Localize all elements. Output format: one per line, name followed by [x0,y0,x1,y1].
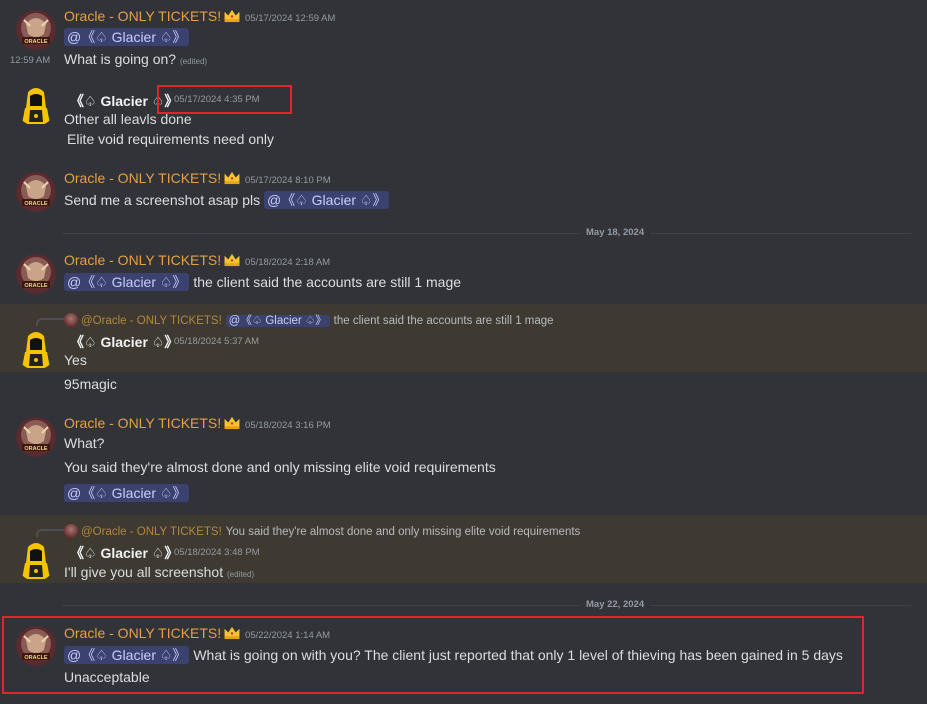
svg-text:ORACLE: ORACLE [24,283,48,289]
reply-mention[interactable]: @《♤ Glacier ♤》 [225,315,330,327]
message-text: Yes [64,352,87,368]
oracle-avatar[interactable]: ORACLE [16,417,56,457]
hooded-figure-icon [22,332,50,368]
glacier-avatar[interactable] [16,86,56,126]
crown-icon [224,9,240,23]
oracle-avatar[interactable]: ORACLE [16,626,56,666]
hooded-figure-icon [22,88,50,124]
crown-icon [224,626,240,640]
oracle-avatar-image: ORACLE [16,254,56,294]
message-text: What is going on with you? The client ju… [193,647,843,663]
user-mention[interactable]: @《♤ Glacier ♤》 [264,191,390,209]
reply-connector [36,529,66,537]
oracle-avatar[interactable]: ORACLE [16,10,56,50]
message-text: the client said the accounts are still 1… [193,274,462,290]
message-content: @《♤ Glacier ♤》 What is going on with you… [64,645,843,665]
message-text: Other all leavls done [64,111,192,127]
svg-text:ORACLE: ORACLE [24,201,48,207]
message-content: @《♤ Glacier ♤》 [64,483,190,503]
crown-icon [224,253,240,267]
reply-text: You said they're almost done and only mi… [225,526,581,538]
timestamp: 05/18/2024 2:18 AM [245,257,331,268]
message-text: What is going on? [64,51,177,67]
timestamp: 05/18/2024 5:37 AM [174,336,260,347]
reply-author[interactable]: @Oracle - ONLY TICKETS! [81,315,222,327]
svg-text:ORACLE: ORACLE [24,655,48,661]
user-mention[interactable]: @《♤ Glacier ♤》 [64,273,190,291]
message-content: @《♤ Glacier ♤》 the client said the accou… [64,272,461,292]
date-divider [62,605,911,606]
oracle-avatar-image: ORACLE [16,417,56,457]
author-name[interactable]: Oracle - ONLY TICKETS! [64,170,221,186]
author-name[interactable]: Oracle - ONLY TICKETS! [64,8,221,24]
message-text: I'll give you all screenshot [64,564,224,580]
message-header: Oracle - ONLY TICKETS! 05/17/2024 12:59 … [64,8,335,24]
message-header: 《♤ Glacier ♤》 [70,332,178,352]
message-text: Elite void requirements need only [67,131,275,147]
reply-avatar [64,313,78,327]
message-text: You said they're almost done and only mi… [64,459,496,475]
message-header: Oracle - ONLY TICKETS! 05/18/2024 3:16 P… [64,415,331,431]
reply-preview[interactable]: @Oracle - ONLY TICKETS! @《♤ Glacier ♤》 t… [64,311,554,328]
timestamp: 05/17/2024 12:59 AM [245,13,336,24]
message-text: Send me a screenshot asap pls [64,192,261,208]
message-text: Unacceptable [64,669,150,685]
message-content: @《♤ Glacier ♤》 [64,27,190,47]
message-content: I'll give you all screenshot (edited) [64,564,254,580]
oracle-avatar-image: ORACLE [16,172,56,212]
oracle-avatar-image: ORACLE [16,10,56,50]
message-text: 95magic [64,376,117,392]
date-divider-label: May 18, 2024 [580,227,651,238]
user-mention[interactable]: @《♤ Glacier ♤》 [64,646,190,664]
edited-label: (edited) [226,570,255,579]
oracle-avatar[interactable]: ORACLE [16,254,56,294]
timestamp: 05/22/2024 1:14 AM [245,630,331,641]
author-name[interactable]: Oracle - ONLY TICKETS! [64,415,221,431]
glacier-avatar[interactable] [16,330,56,370]
message-content: What is going on? (edited) [64,51,207,67]
user-mention[interactable]: @《♤ Glacier ♤》 [64,484,190,502]
message-header: 《♤ Glacier ♤》 [70,543,178,563]
edited-label: (edited) [179,57,208,66]
date-divider-label: May 22, 2024 [580,599,651,610]
crown-icon [224,171,240,185]
reply-avatar [64,524,78,538]
author-name[interactable]: 《♤ Glacier ♤》 [70,545,178,561]
svg-text:ORACLE: ORACLE [24,446,48,452]
oracle-avatar-image: ORACLE [16,626,56,666]
svg-text:ORACLE: ORACLE [24,39,48,45]
reply-author[interactable]: @Oracle - ONLY TICKETS! [81,526,222,538]
message-header: Oracle - ONLY TICKETS! 05/22/2024 1:14 A… [64,625,330,641]
author-name[interactable]: Oracle - ONLY TICKETS! [64,625,221,641]
message-header: Oracle - ONLY TICKETS! 05/18/2024 2:18 A… [64,252,330,268]
timestamp: 05/18/2024 3:48 PM [174,547,260,558]
highlight-box [157,85,292,114]
user-mention[interactable]: @《♤ Glacier ♤》 [64,28,190,46]
hooded-figure-icon [22,543,50,579]
author-name[interactable]: Oracle - ONLY TICKETS! [64,252,221,268]
crown-icon [224,416,240,430]
message-content: Send me a screenshot asap pls @《♤ Glacie… [64,190,390,210]
glacier-avatar[interactable] [16,541,56,581]
message-header: Oracle - ONLY TICKETS! 05/17/2024 8:10 P… [64,170,331,186]
timestamp: 05/18/2024 3:16 PM [245,420,331,431]
reply-preview[interactable]: @Oracle - ONLY TICKETS! You said they're… [64,522,580,538]
reply-connector [36,318,66,326]
hover-timestamp: 12:59 AM [10,55,51,66]
reply-text: the client said the accounts are still 1… [333,315,554,327]
oracle-avatar[interactable]: ORACLE [16,172,56,212]
date-divider [62,233,911,234]
message-text: What? [64,435,105,451]
timestamp: 05/17/2024 8:10 PM [245,175,331,186]
author-name[interactable]: 《♤ Glacier ♤》 [70,334,178,350]
